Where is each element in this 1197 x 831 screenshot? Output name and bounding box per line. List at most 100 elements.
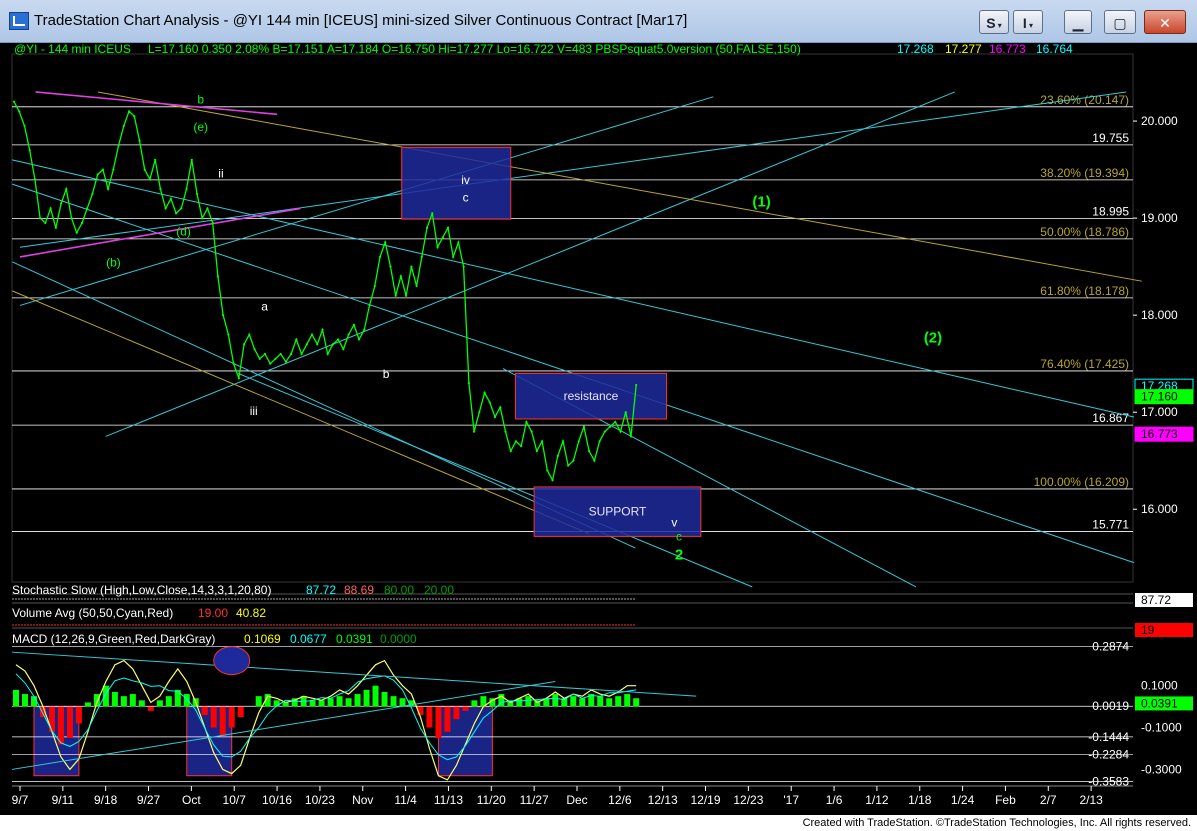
footer: Created with TradeStation. ©TradeStation… xyxy=(0,815,1197,831)
price-point xyxy=(190,158,193,161)
footer-text: Created with TradeStation. ©TradeStation… xyxy=(802,817,1191,829)
x-tick-label: 9/27 xyxy=(137,793,161,807)
strategy-button[interactable]: S ▾ xyxy=(979,10,1009,34)
x-tick-label: 11/13 xyxy=(434,793,463,807)
close-button[interactable]: ✕ xyxy=(1144,10,1186,34)
chart-area[interactable]: 23.60% (20.147) 19.755 38.20% (19.394) 18.9… xyxy=(0,42,1197,815)
zone-box[interactable] xyxy=(401,146,512,220)
y-tick-label: 17.000 xyxy=(1141,405,1178,419)
wave-label: iv xyxy=(461,173,470,187)
price-point xyxy=(295,338,298,341)
x-tick-label: 9/7 xyxy=(12,793,29,807)
price-point xyxy=(305,343,308,346)
price-point xyxy=(598,440,601,443)
price-point xyxy=(263,352,267,356)
magenta-trendline xyxy=(19,207,301,258)
price-point xyxy=(363,328,366,331)
price-point xyxy=(154,158,157,161)
price-point xyxy=(101,168,104,171)
price-point xyxy=(279,352,282,356)
price-point xyxy=(201,217,204,220)
macd-highlight-ellipse[interactable] xyxy=(213,646,251,676)
wave-label: (d) xyxy=(176,225,191,239)
dropdown-arrow-icon[interactable]: ▾ xyxy=(1027,21,1033,30)
macd-histogram-bar xyxy=(633,698,640,707)
x-tick-label: 1/6 xyxy=(826,793,843,807)
price-point xyxy=(18,110,21,113)
x-tick-label: Nov xyxy=(352,793,373,807)
price-point xyxy=(410,265,413,268)
zone-box-label: SUPPORT xyxy=(589,505,647,519)
price-point xyxy=(614,420,617,423)
price-point xyxy=(44,221,47,225)
fib-level-label: 61.80% (18.178) xyxy=(1040,284,1129,298)
macd-pane[interactable]: MACD (12,26,9,Green,Red,DarkGray) 0.1069 0… xyxy=(11,627,1193,789)
macd-histogram-bar xyxy=(174,689,181,707)
macd-value: 0.0000 xyxy=(380,632,417,646)
dropdown-arrow-icon[interactable]: ▾ xyxy=(996,21,1002,30)
macd-histogram-bar xyxy=(93,694,100,707)
zone-box-label: resistance xyxy=(564,389,619,403)
maximize-button[interactable]: ▢ xyxy=(1104,10,1136,34)
price-point xyxy=(577,440,580,443)
macd-histogram-bar xyxy=(390,696,397,707)
price-point xyxy=(399,275,403,278)
price-point xyxy=(608,425,612,428)
price-tag-label: 16.773 xyxy=(1141,427,1178,441)
price-point xyxy=(316,343,319,346)
price-point xyxy=(394,294,397,297)
price-point xyxy=(300,352,303,356)
price-point xyxy=(436,246,439,249)
price-point xyxy=(368,304,371,307)
trendline xyxy=(19,96,714,306)
price-point xyxy=(232,362,235,365)
price-point xyxy=(326,352,329,356)
price-point xyxy=(425,226,429,229)
fib-level-label: 19.755 xyxy=(1092,131,1129,145)
fib-level-label: 15.771 xyxy=(1092,517,1129,531)
x-tick-label: Oct xyxy=(182,793,201,807)
macd-histogram-bar xyxy=(372,685,379,707)
price-point xyxy=(117,144,120,147)
macd-histogram-bar xyxy=(138,700,145,707)
price-stats: L=17.160 0.350 2.08% B=17.151 A=17.184 O… xyxy=(148,42,801,56)
price-point xyxy=(133,115,136,118)
macd-axis-label: -0.1444 xyxy=(1088,730,1129,744)
minimize-button[interactable]: ▁ xyxy=(1064,10,1092,34)
price-point xyxy=(70,217,73,220)
price-point xyxy=(59,202,63,205)
macd-histogram-bar xyxy=(75,706,82,724)
indicator-button[interactable]: I ▾ xyxy=(1013,10,1043,34)
volume-tag-label: 19 xyxy=(1141,623,1155,637)
x-tick-label: 2/7 xyxy=(1040,793,1057,807)
price-point xyxy=(535,449,538,453)
price-point xyxy=(321,328,324,331)
price-point xyxy=(331,343,335,346)
x-tick-label: 10/23 xyxy=(305,793,335,807)
price-point xyxy=(180,207,183,210)
y-tick-label: 19.000 xyxy=(1141,211,1178,225)
x-tick-label: 9/18 xyxy=(94,793,118,807)
close-icon: ✕ xyxy=(1159,15,1171,31)
minimize-icon: ▁ xyxy=(1072,15,1084,31)
wave-label: iii xyxy=(250,404,258,418)
macd-value: 0.1069 xyxy=(244,632,281,646)
macd-title: MACD (12,26,9,Green,Red,DarkGray) xyxy=(12,632,215,646)
stochastic-tag-label: 87.72 xyxy=(1141,593,1171,607)
price-point xyxy=(357,338,361,341)
stochastic-value: 87.72 xyxy=(306,583,336,597)
price-point xyxy=(540,440,544,443)
macd-histogram-bar xyxy=(165,696,172,707)
x-tick-label: 11/4 xyxy=(394,793,417,807)
macd-histogram-bar xyxy=(210,706,217,728)
price-pane[interactable]: 23.60% (20.147) 19.755 38.20% (19.394) 18.9… xyxy=(11,53,1194,588)
price-point xyxy=(237,377,240,380)
fib-level-label: 23.60% (20.147) xyxy=(1040,93,1129,107)
macd-histogram-bar xyxy=(237,706,244,718)
price-point xyxy=(431,212,434,215)
x-tick-label: 10/16 xyxy=(262,793,292,807)
price-point xyxy=(514,440,518,443)
volume-value: 19.00 xyxy=(198,606,228,620)
price-point xyxy=(80,221,84,225)
macd-histogram-bar xyxy=(597,696,604,707)
